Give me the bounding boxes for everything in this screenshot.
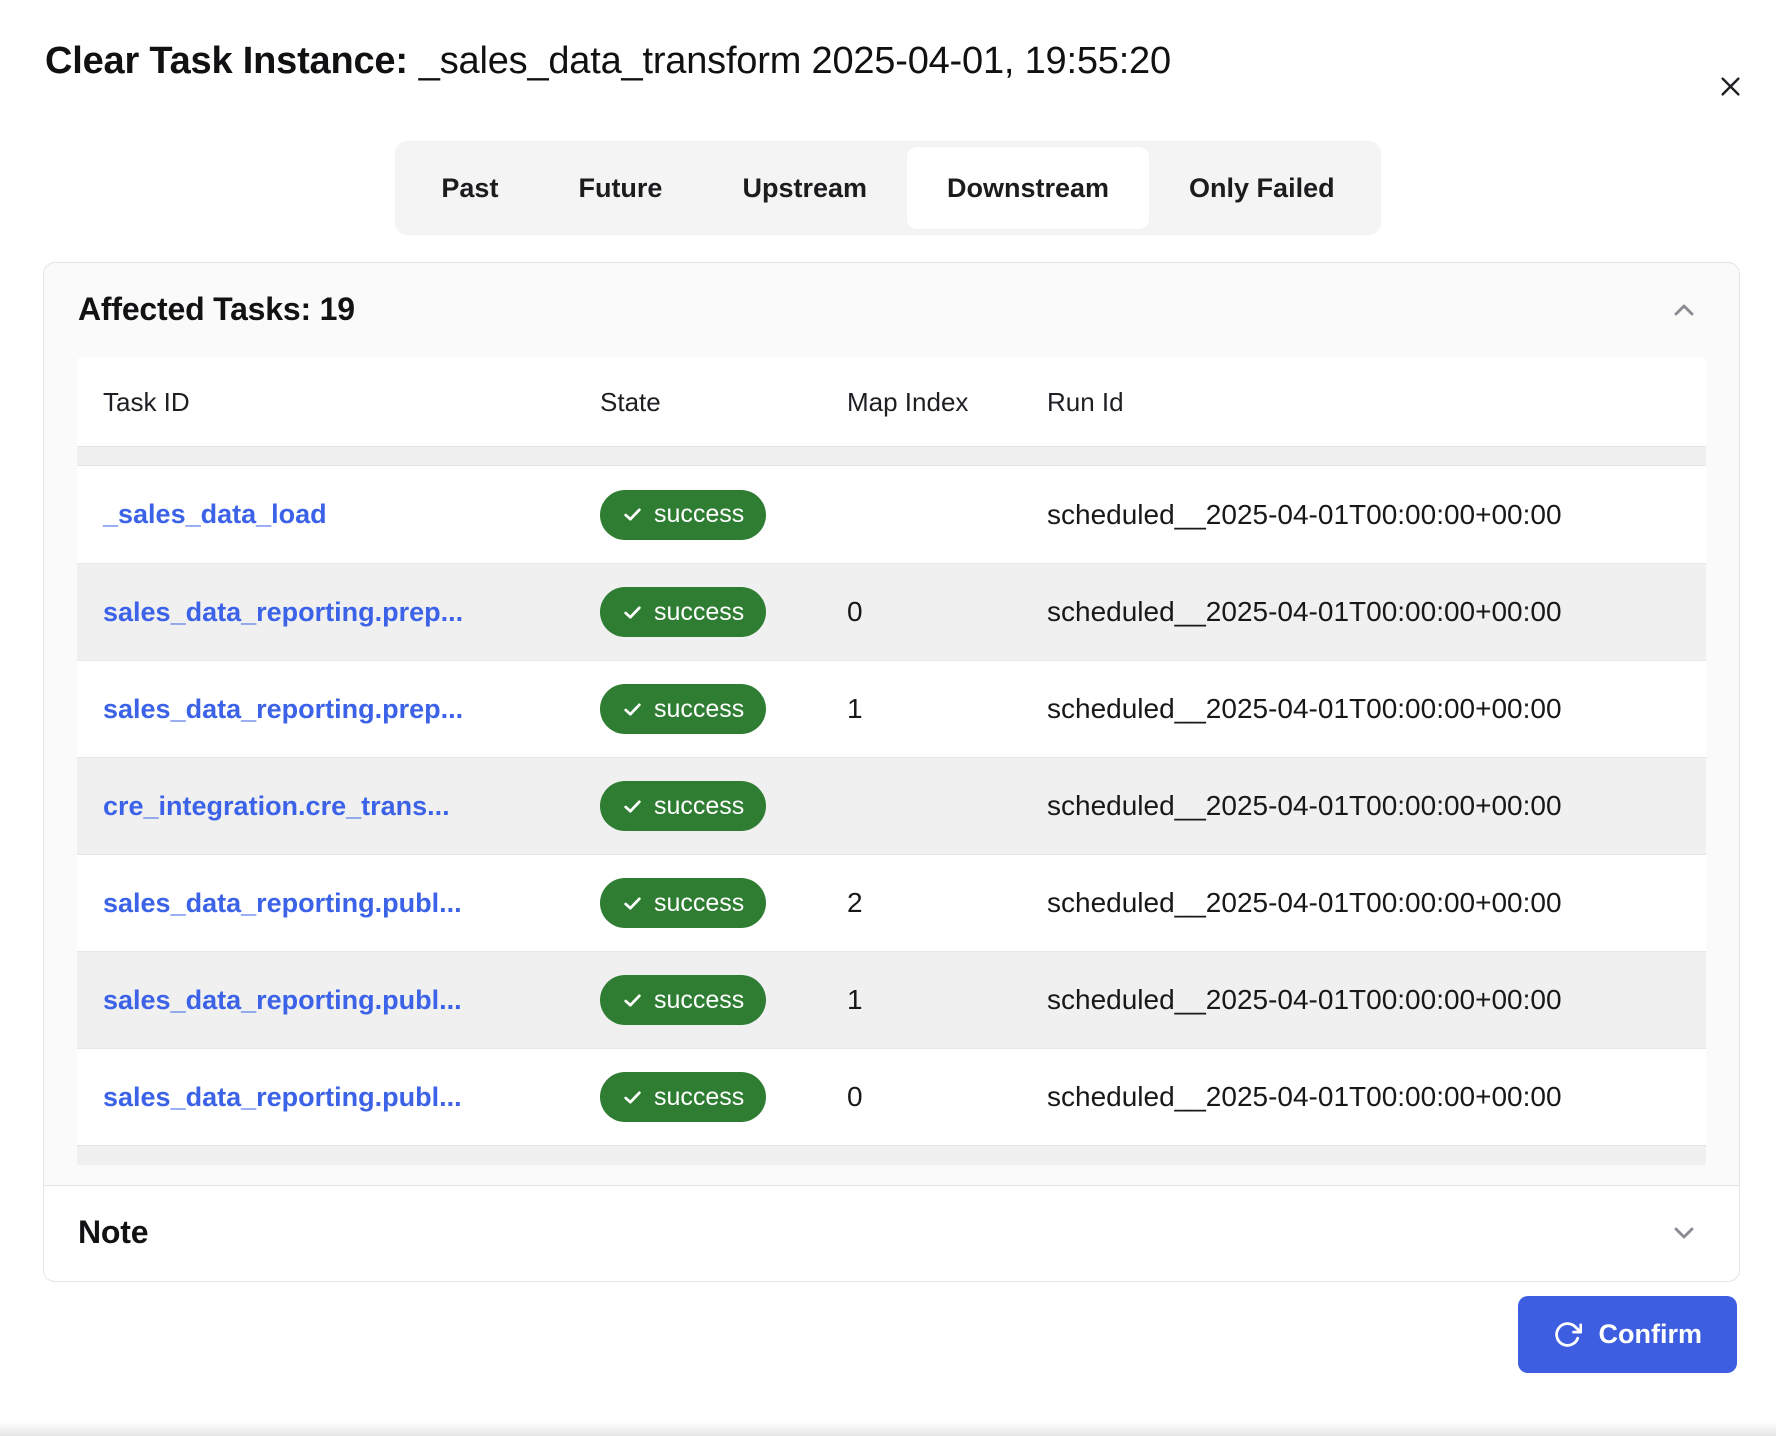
- check-icon: [622, 796, 643, 817]
- state-label: success: [654, 792, 744, 821]
- affected-tasks-heading: Affected Tasks: 19: [78, 291, 355, 328]
- table-row: sales_data_reporting.publ... success 2sche…: [77, 854, 1706, 951]
- state-badge: success: [600, 587, 766, 637]
- check-icon: [622, 602, 643, 623]
- run-id-value: scheduled__2025-04-01T00:00:00+00:00: [1047, 499, 1706, 531]
- table-row: sales_data_reporting.prep... success 0sche…: [77, 563, 1706, 660]
- run-id-value: scheduled__2025-04-01T00:00:00+00:00: [1047, 887, 1706, 919]
- column-header-state: State: [600, 387, 847, 418]
- column-header-task-id: Task ID: [103, 387, 600, 418]
- state-label: success: [654, 695, 744, 724]
- modal-bottom-edge: [0, 1422, 1776, 1436]
- run-id-value: scheduled__2025-04-01T00:00:00+00:00: [1047, 790, 1706, 822]
- tab-downstream[interactable]: Downstream: [907, 147, 1149, 229]
- table-row: sales_data_reporting.publ... success 1sche…: [77, 951, 1706, 1048]
- run-id-value: scheduled__2025-04-01T00:00:00+00:00: [1047, 1081, 1706, 1113]
- table-separator: [77, 446, 1706, 466]
- table-separator: [77, 1145, 1706, 1165]
- task-id-link[interactable]: sales_data_reporting.prep...: [103, 694, 463, 724]
- state-label: success: [654, 986, 744, 1015]
- map-index-value: 0: [847, 596, 1047, 628]
- task-id-link[interactable]: sales_data_reporting.publ...: [103, 1082, 462, 1112]
- state-badge: success: [600, 781, 766, 831]
- affected-tasks-header[interactable]: Affected Tasks: 19: [44, 263, 1739, 358]
- table-header-row: Task IDStateMap IndexRun Id: [77, 358, 1706, 446]
- map-index-value: 1: [847, 984, 1047, 1016]
- state-label: success: [654, 598, 744, 627]
- table-row: sales_data_reporting.prep... success 1sche…: [77, 660, 1706, 757]
- state-badge: success: [600, 1072, 766, 1122]
- run-id-value: scheduled__2025-04-01T00:00:00+00:00: [1047, 984, 1706, 1016]
- task-id-link[interactable]: cre_integration.cre_trans...: [103, 791, 450, 821]
- state-badge: success: [600, 878, 766, 928]
- refresh-icon: [1553, 1320, 1582, 1349]
- check-icon: [622, 893, 643, 914]
- table-row: sales_data_reporting.publ... success 0sche…: [77, 1048, 1706, 1145]
- note-section-header[interactable]: Note: [44, 1185, 1739, 1281]
- dialog-title-label: Clear Task Instance:: [45, 40, 408, 82]
- chevron-up-icon[interactable]: [1667, 293, 1701, 327]
- state-label: success: [654, 1083, 744, 1112]
- check-icon: [622, 699, 643, 720]
- note-heading: Note: [78, 1214, 148, 1251]
- dialog-title-value: _sales_data_transform 2025-04-01, 19:55:…: [419, 40, 1171, 82]
- chevron-down-icon[interactable]: [1667, 1216, 1701, 1250]
- table-body: _sales_data_loadsuccessscheduled__2025-0…: [77, 466, 1706, 1145]
- scope-tablist: PastFutureUpstreamDownstreamOnly Failed: [395, 141, 1380, 235]
- state-badge: success: [600, 975, 766, 1025]
- task-id-link[interactable]: sales_data_reporting.prep...: [103, 597, 463, 627]
- task-id-link[interactable]: sales_data_reporting.publ...: [103, 888, 462, 918]
- task-id-link[interactable]: _sales_data_load: [103, 499, 327, 529]
- dialog-title: Clear Task Instance: _sales_data_transfor…: [45, 38, 1626, 84]
- affected-tasks-section: Affected Tasks: 19 Task IDStateMap Index…: [44, 263, 1739, 1185]
- accordion-panel: Affected Tasks: 19 Task IDStateMap Index…: [43, 262, 1740, 1282]
- close-icon[interactable]: [1710, 66, 1750, 106]
- column-header-run-id: Run Id: [1047, 387, 1706, 418]
- table-row: cre_integration.cre_trans... success sched…: [77, 757, 1706, 854]
- tab-future[interactable]: Future: [538, 147, 702, 229]
- table-row: _sales_data_load success scheduled__2025-0…: [77, 466, 1706, 563]
- tab-upstream[interactable]: Upstream: [702, 147, 907, 229]
- scope-tabs-wrap: PastFutureUpstreamDownstreamOnly Failed: [0, 141, 1776, 235]
- check-icon: [622, 504, 643, 525]
- check-icon: [622, 1087, 643, 1108]
- affected-tasks-table: Task IDStateMap IndexRun Id _sales_data_…: [77, 358, 1706, 1165]
- state-label: success: [654, 889, 744, 918]
- map-index-value: 1: [847, 693, 1047, 725]
- confirm-label: Confirm: [1599, 1319, 1703, 1350]
- state-badge: success: [600, 490, 766, 540]
- state-badge: success: [600, 684, 766, 734]
- state-label: success: [654, 500, 744, 529]
- check-icon: [622, 990, 643, 1011]
- tab-past[interactable]: Past: [401, 147, 538, 229]
- clear-task-dialog: Clear Task Instance: _sales_data_transfor…: [0, 38, 1776, 1373]
- tab-only-failed[interactable]: Only Failed: [1149, 147, 1375, 229]
- map-index-value: 2: [847, 887, 1047, 919]
- run-id-value: scheduled__2025-04-01T00:00:00+00:00: [1047, 693, 1706, 725]
- dialog-footer: Confirm: [0, 1282, 1776, 1373]
- map-index-value: 0: [847, 1081, 1047, 1113]
- column-header-map-index: Map Index: [847, 387, 1047, 418]
- run-id-value: scheduled__2025-04-01T00:00:00+00:00: [1047, 596, 1706, 628]
- task-id-link[interactable]: sales_data_reporting.publ...: [103, 985, 462, 1015]
- confirm-button[interactable]: Confirm: [1518, 1296, 1738, 1373]
